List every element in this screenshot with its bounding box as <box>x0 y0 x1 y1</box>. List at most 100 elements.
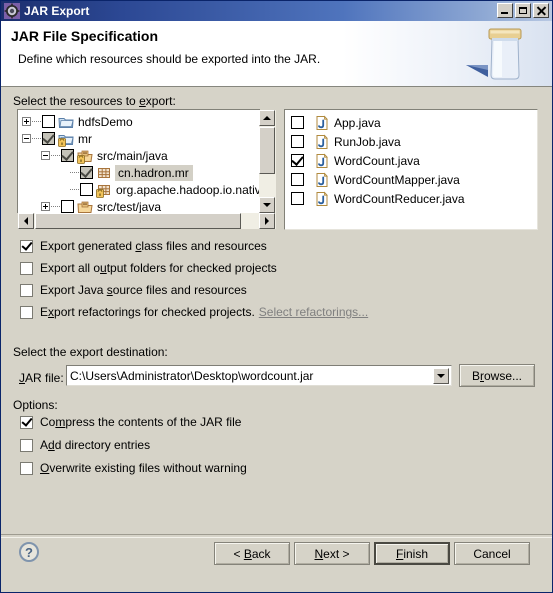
window-title: JAR Export <box>24 4 90 18</box>
page-subtitle: Define which resources should be exporte… <box>18 52 321 66</box>
jar-option-checkbox[interactable] <box>20 461 33 475</box>
export-option-checkbox[interactable] <box>20 305 33 319</box>
resource-tree[interactable]: hdfsDemo mr src/main/java cn.hadron.mr org.a… <box>17 109 271 214</box>
tree-vscroll-thumb[interactable] <box>259 127 275 174</box>
file-list-item[interactable]: App.java <box>291 114 381 131</box>
file-list[interactable]: App.java RunJob.java WordCount.java WordCou… <box>284 109 538 230</box>
jar-option-label: Overwrite existing files without warning <box>40 461 247 475</box>
browse-button-label: Browse... <box>471 368 523 383</box>
options-label: Options: <box>13 398 58 412</box>
export-option-row[interactable]: Export refactorings for checked projects… <box>20 305 368 319</box>
export-option-label: Export refactorings for checked projects… <box>40 305 255 319</box>
tree-scroll-right-button[interactable] <box>259 213 275 229</box>
tree-item-label: hdfsDemo <box>78 114 133 129</box>
project-folder-icon <box>58 114 74 130</box>
next-button-label: Next > <box>314 546 350 561</box>
tree-scroll-up-button[interactable] <box>259 110 275 126</box>
file-label: WordCount.java <box>334 153 420 168</box>
java-file-icon <box>314 152 330 169</box>
tree-horizontal-scrollbar[interactable] <box>18 213 276 229</box>
expand-icon[interactable] <box>41 202 50 211</box>
tree-item-checkbox[interactable] <box>80 183 93 196</box>
tree-vertical-scrollbar[interactable] <box>259 110 276 213</box>
tree-item[interactable]: cn.hadron.mr <box>60 164 193 181</box>
close-button[interactable] <box>533 3 549 18</box>
tree-item-checkbox[interactable] <box>61 148 74 162</box>
tree-item[interactable]: org.apache.hadoop.io.nativei <box>60 181 271 198</box>
file-checkbox[interactable] <box>291 116 304 129</box>
java-file-icon <box>314 114 330 131</box>
export-option-checkbox[interactable] <box>20 261 33 275</box>
jar-option-label: Add directory entries <box>40 438 151 452</box>
jar-option-checkbox[interactable] <box>20 438 33 452</box>
tree-item-label: mr <box>78 131 92 146</box>
cancel-button[interactable]: Cancel <box>454 542 530 565</box>
jar-file-label: JAR file: <box>19 371 64 385</box>
file-checkbox[interactable] <box>291 135 304 148</box>
browse-button[interactable]: Browse... <box>459 364 535 387</box>
file-checkbox[interactable] <box>291 192 304 205</box>
file-checkbox[interactable] <box>291 173 304 186</box>
footer-separator <box>1 534 552 538</box>
next-button[interactable]: Next > <box>294 542 370 565</box>
source-folder-warning-icon <box>77 148 93 164</box>
export-option-row[interactable]: Export generated class files and resourc… <box>20 238 267 253</box>
jar-file-combo[interactable]: C:\Users\Administrator\Desktop\wordcount… <box>66 365 452 386</box>
dialog-body: Select the resources to export: hdfsDemo… <box>1 87 552 592</box>
package-icon <box>96 165 112 181</box>
export-option-label: Export generated class files and resourc… <box>40 239 267 253</box>
jar-file-dropdown-arrow-icon[interactable] <box>433 367 449 384</box>
file-list-item[interactable]: WordCountReducer.java <box>291 190 465 207</box>
finish-button-label: Finish <box>395 546 429 561</box>
collapse-icon[interactable] <box>22 134 31 143</box>
tree-hscroll-thumb[interactable] <box>35 213 241 229</box>
java-file-icon <box>314 171 330 188</box>
project-folder-warning-icon <box>58 131 74 147</box>
tree-item-checkbox[interactable] <box>80 165 93 179</box>
file-checkbox[interactable] <box>291 153 304 167</box>
jar-option-label: Compress the contents of the JAR file <box>40 415 242 429</box>
jar-option-row[interactable]: Overwrite existing files without warning <box>20 461 247 475</box>
back-button[interactable]: < Back <box>214 542 290 565</box>
tree-scroll-down-button[interactable] <box>259 197 275 213</box>
tree-item-label: src/test/java <box>97 199 162 214</box>
select-refactorings-link[interactable]: Select refactorings... <box>259 305 368 319</box>
file-label: RunJob.java <box>334 134 401 149</box>
tree-item-label: org.apache.hadoop.io.nativei <box>116 182 271 197</box>
export-option-row[interactable]: Export all output folders for checked pr… <box>20 261 277 275</box>
help-icon[interactable]: ? <box>19 542 39 562</box>
title-bar: JAR Export <box>1 1 552 21</box>
jar-export-dialog: JAR Export JAR File Specification Define… <box>0 0 553 593</box>
maximize-button[interactable] <box>515 3 531 18</box>
expand-icon[interactable] <box>22 117 31 126</box>
file-list-item[interactable]: RunJob.java <box>291 133 401 150</box>
tree-item-checkbox[interactable] <box>42 131 55 145</box>
java-file-icon <box>314 133 330 150</box>
collapse-icon[interactable] <box>41 151 50 160</box>
tree-item[interactable]: hdfsDemo <box>22 113 133 130</box>
resources-label: Select the resources to export: <box>13 94 176 108</box>
tree-item[interactable]: src/main/java <box>41 147 168 164</box>
tree-item-checkbox[interactable] <box>61 200 74 213</box>
minimize-button[interactable] <box>497 3 513 18</box>
tree-connector <box>32 120 41 123</box>
jar-jar-graphic-icon <box>462 21 548 86</box>
finish-button[interactable]: Finish <box>374 542 450 565</box>
export-option-checkbox[interactable] <box>20 283 33 297</box>
export-option-row[interactable]: Export Java source files and resources <box>20 283 247 297</box>
jar-option-checkbox[interactable] <box>20 414 33 429</box>
window-controls <box>497 3 549 18</box>
export-option-checkbox[interactable] <box>20 238 33 253</box>
tree-item-checkbox[interactable] <box>42 115 55 128</box>
jar-option-row[interactable]: Add directory entries <box>20 438 150 452</box>
file-list-item[interactable]: WordCount.java <box>291 152 420 169</box>
destination-label: Select the export destination: <box>13 345 168 359</box>
jar-option-row[interactable]: Compress the contents of the JAR file <box>20 414 242 429</box>
jar-file-input[interactable]: C:\Users\Administrator\Desktop\wordcount… <box>67 369 433 383</box>
tree-scroll-left-button[interactable] <box>18 213 34 229</box>
file-label: WordCountMapper.java <box>334 172 460 187</box>
file-list-item[interactable]: WordCountMapper.java <box>291 171 460 188</box>
tree-item-label: src/main/java <box>97 148 168 163</box>
tree-item[interactable]: mr <box>22 130 92 147</box>
jar-export-icon <box>4 3 20 19</box>
